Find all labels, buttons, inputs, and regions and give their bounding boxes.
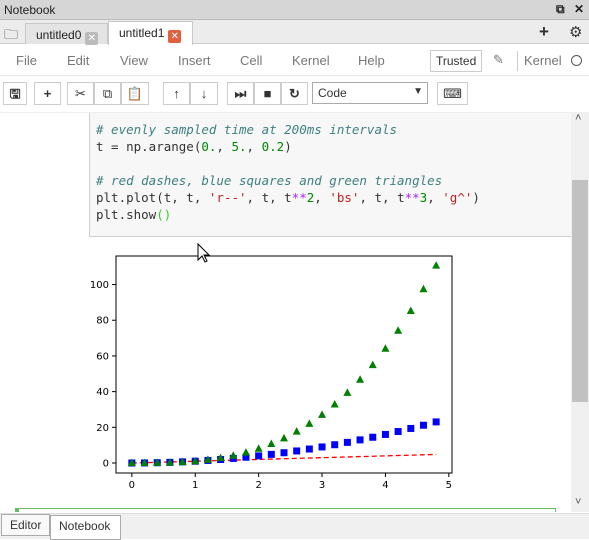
blue-square-point — [255, 452, 263, 460]
y-tick-label: 100 — [90, 280, 109, 291]
x-tick-label: 2 — [255, 480, 261, 491]
x-tick-label: 5 — [446, 480, 452, 491]
kernel-name: Kernel — [524, 53, 562, 68]
move-up-button[interactable]: ↑ — [163, 82, 190, 105]
scrollbar-thumb[interactable] — [572, 180, 588, 402]
close-icon[interactable]: ✕ — [574, 2, 584, 16]
stop-button[interactable]: ■ — [254, 82, 281, 105]
blue-square-point — [305, 445, 313, 453]
gear-icon[interactable]: ⚙ — [569, 23, 582, 41]
blue-square-point — [293, 447, 301, 455]
tab-untitled0[interactable]: untitled0 ✕ — [25, 23, 108, 45]
scroll-up-icon[interactable]: ˄ — [575, 112, 581, 124]
x-tick-label: 3 — [319, 480, 325, 491]
menu-insert[interactable]: Insert — [178, 53, 211, 68]
close-tab-icon[interactable]: ✕ — [85, 32, 99, 45]
cell-type-select[interactable]: Code ▼ — [312, 82, 428, 104]
x-tick-label: 1 — [192, 480, 198, 491]
plot-output: 0 1 2 3 4 5 0 20 40 60 80 100 — [90, 242, 453, 491]
cell-selected-marker — [15, 508, 19, 512]
scroll-down-icon[interactable]: ˅ — [575, 496, 581, 508]
menu-kernel[interactable]: Kernel — [292, 53, 330, 68]
run-button[interactable]: ⏭ — [227, 82, 254, 105]
menu-bar: File Edit View Insert Cell Kernel Help T… — [0, 45, 589, 76]
trusted-badge[interactable]: Trusted — [430, 50, 483, 72]
y-tick-label: 0 — [103, 459, 109, 470]
blue-square-point — [343, 438, 351, 446]
menu-file[interactable]: File — [16, 53, 37, 68]
cut-button[interactable]: ✂ — [67, 82, 94, 105]
window-titlebar: Notebook ⧉ ✕ — [0, 0, 589, 20]
y-tick-label: 20 — [96, 423, 109, 434]
y-tick-label: 80 — [96, 316, 109, 327]
cell-type-value: Code — [318, 86, 347, 100]
restart-button[interactable]: ↻ — [281, 82, 308, 105]
chevron-down-icon: ▼ — [413, 86, 423, 97]
add-tab-icon[interactable]: + — [539, 22, 549, 42]
save-button[interactable]: 🖫 — [3, 82, 27, 105]
tab-bar: 🗀 untitled0 ✕ untitled1 ✕ + ⚙ — [0, 20, 589, 45]
toolbar: 🖫 + ✂ ⧉ 📋 ↑ ↓ ⏭ ■ ↻ Code ▼ ⌨ — [0, 77, 589, 110]
close-tab-icon[interactable]: ✕ — [168, 30, 182, 43]
move-down-button[interactable]: ↓ — [190, 82, 218, 105]
blue-square-point — [318, 443, 326, 451]
blue-square-point — [432, 418, 440, 426]
window-title: Notebook — [4, 3, 56, 17]
blue-square-point — [280, 449, 288, 457]
menu-edit[interactable]: Edit — [67, 53, 89, 68]
blue-square-point — [407, 424, 415, 432]
notebook-content: # evenly sampled time at 200ms intervals… — [0, 112, 571, 512]
kernel-idle-icon — [571, 55, 582, 66]
next-cell[interactable] — [15, 508, 556, 512]
tab-label: untitled0 — [36, 28, 82, 42]
tab-notebook[interactable]: Notebook — [50, 515, 121, 540]
y-tick-label: 60 — [96, 351, 109, 362]
pencil-icon[interactable]: ✎ — [493, 52, 504, 68]
bottom-tab-bar: Editor Notebook — [0, 513, 589, 540]
tab-untitled1[interactable]: untitled1 ✕ — [108, 21, 193, 45]
restore-icon[interactable]: ⧉ — [556, 2, 565, 17]
blue-square-point — [356, 436, 364, 444]
menu-view[interactable]: View — [120, 53, 148, 68]
blue-square-point — [381, 430, 389, 438]
tab-editor[interactable]: Editor — [1, 514, 50, 536]
blue-square-point — [267, 450, 275, 458]
divider — [517, 51, 518, 71]
x-tick-label: 4 — [382, 480, 388, 491]
blue-square-point — [394, 428, 402, 436]
x-tick-label: 0 — [129, 480, 135, 491]
keyboard-shortcuts-button[interactable]: ⌨ — [437, 82, 468, 105]
menu-help[interactable]: Help — [358, 53, 385, 68]
insert-cell-button[interactable]: + — [34, 82, 61, 105]
menu-cell[interactable]: Cell — [240, 53, 262, 68]
blue-square-point — [331, 441, 339, 449]
blue-square-point — [419, 421, 427, 429]
blue-square-point — [369, 433, 377, 441]
paste-button[interactable]: 📋 — [121, 82, 149, 105]
y-tick-label: 40 — [96, 387, 109, 398]
copy-button[interactable]: ⧉ — [94, 82, 121, 105]
tab-label: untitled1 — [119, 26, 165, 40]
